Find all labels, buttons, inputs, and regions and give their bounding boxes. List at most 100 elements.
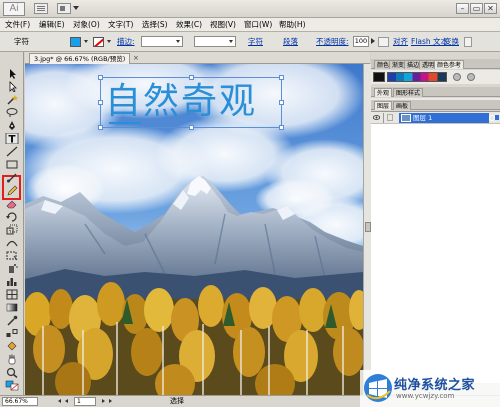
menu-type[interactable]: 文字(T) [108, 20, 133, 30]
zoom-tool[interactable] [5, 367, 19, 378]
menu-edit[interactable]: 编辑(E) [39, 20, 65, 30]
vertical-scrollbar[interactable] [363, 64, 371, 395]
bridge-icon[interactable] [34, 3, 48, 14]
maximize-button[interactable]: ▭ [470, 3, 483, 14]
opacity-input[interactable]: 100 [353, 36, 369, 47]
harmony-color-strip[interactable] [387, 72, 447, 82]
panel-menu-icon[interactable] [464, 37, 472, 47]
layer-row[interactable]: 图层 1 [371, 112, 500, 124]
tab-graphic-styles[interactable]: 图形样式 [393, 88, 424, 97]
zoom-field[interactable]: 66.67% [2, 397, 38, 406]
menu-view[interactable]: 视图(V) [210, 20, 236, 30]
headline-text[interactable]: 自然奇观 [105, 80, 281, 124]
blend-tool[interactable] [5, 328, 19, 339]
site-watermark: 纯净系统之家 www.ycwjzy.com [360, 370, 500, 407]
white-arrow-icon [9, 81, 17, 92]
rectangle-tool[interactable] [5, 159, 19, 170]
stroke-style-field[interactable] [194, 36, 236, 47]
app-logo: Ai [3, 2, 25, 16]
selection-handle[interactable] [98, 125, 103, 130]
paintbrush-tool[interactable] [5, 172, 19, 183]
arrange-documents-icon[interactable] [57, 3, 71, 14]
opacity-arrow-icon[interactable] [371, 38, 375, 44]
column-graph-tool[interactable] [5, 276, 19, 287]
align-link[interactable]: 对齐 [393, 37, 408, 47]
menu-object[interactable]: 对象(O) [73, 20, 100, 30]
pen-tool[interactable] [5, 120, 19, 131]
selection-tool[interactable] [5, 68, 19, 79]
live-paint-tool[interactable] [5, 341, 19, 352]
menu-help[interactable]: 帮助(H) [279, 20, 306, 30]
symbol-sprayer-tool[interactable] [5, 263, 19, 274]
eyedropper-icon [7, 315, 18, 326]
selection-handle[interactable] [98, 100, 103, 105]
chevron-down-icon[interactable] [73, 6, 79, 10]
pencil-tool[interactable] [5, 185, 19, 196]
eraser-tool[interactable] [5, 198, 19, 209]
harmony-rules-icon[interactable] [453, 73, 461, 81]
paragraph-link[interactable]: 段落 [283, 37, 298, 47]
minimize-button[interactable]: – [456, 3, 469, 14]
eyedropper-tool[interactable] [5, 315, 19, 326]
prev-page-icon[interactable] [65, 399, 68, 403]
fill-dropdown-icon[interactable] [84, 40, 88, 43]
mesh-tool[interactable] [5, 289, 19, 300]
warp-tool[interactable] [5, 237, 19, 248]
chevron-down-icon[interactable] [229, 40, 233, 43]
layer-name[interactable]: 图层 1 [399, 113, 489, 123]
document-title: 3.jpg* @ 66.67% (RGB/预览) [34, 55, 126, 63]
lock-toggle-icon[interactable] [387, 114, 393, 121]
lasso-tool[interactable] [5, 107, 19, 118]
stroke-dropdown-icon[interactable] [107, 40, 111, 43]
opacity-label[interactable]: 不透明度: [316, 37, 349, 47]
free-transform-tool[interactable] [5, 250, 19, 261]
document-tab[interactable]: 3.jpg* @ 66.67% (RGB/预览) [29, 53, 131, 64]
direct-selection-tool[interactable] [5, 81, 19, 92]
selection-handle[interactable] [98, 75, 103, 80]
pen-icon [9, 121, 15, 130]
recolor-icon[interactable] [378, 37, 389, 47]
selection-handle[interactable] [279, 125, 284, 130]
blend-icon [6, 329, 18, 337]
type-tool[interactable] [5, 133, 19, 144]
close-document-icon[interactable]: × [133, 54, 139, 62]
stroke-label[interactable]: 描边: [117, 37, 135, 47]
fill-stroke-swatch[interactable] [5, 380, 19, 391]
tab-appearance[interactable]: 外观 [374, 88, 393, 97]
character-link[interactable]: 字符 [248, 37, 263, 47]
visibility-eye-icon[interactable] [373, 114, 380, 121]
layer-selection-indicator [495, 115, 499, 120]
last-page-icon[interactable] [109, 399, 112, 403]
menu-select[interactable]: 选择(S) [142, 20, 168, 30]
magic-wand-tool[interactable] [5, 94, 19, 105]
artboard-canvas[interactable]: 自然奇观 [25, 64, 363, 395]
layers-list: 图层 1 [371, 111, 500, 383]
flash-text-link[interactable]: Flash 文本 [411, 37, 448, 47]
hand-tool[interactable] [5, 354, 19, 365]
chevron-down-icon[interactable] [176, 40, 180, 43]
menu-window[interactable]: 窗口(W) [244, 20, 272, 30]
transform-link[interactable]: 变换 [444, 37, 459, 47]
scale-tool[interactable] [5, 224, 19, 235]
selection-handle[interactable] [189, 125, 194, 130]
base-color-swatch[interactable] [373, 72, 385, 82]
stroke-none-swatch[interactable] [93, 37, 104, 47]
text-object-selection[interactable]: 自然奇观 [98, 75, 284, 130]
menu-effect[interactable]: 效果(C) [176, 20, 202, 30]
tab-layers[interactable]: 图层 [374, 101, 393, 110]
close-button[interactable]: ✕ [484, 3, 497, 14]
tab-color-guide[interactable]: 颜色参考 [434, 60, 465, 69]
tab-artboards[interactable]: 画板 [393, 101, 412, 110]
menu-file[interactable]: 文件(F) [5, 20, 30, 30]
next-page-icon[interactable] [102, 399, 105, 403]
line-segment-tool[interactable] [5, 146, 19, 157]
page-field[interactable]: 1 [74, 397, 96, 406]
edit-colors-icon[interactable] [467, 73, 475, 81]
rotate-tool[interactable] [5, 211, 19, 222]
gradient-tool[interactable] [5, 302, 19, 313]
first-page-icon[interactable] [58, 399, 61, 403]
magic-wand-icon [7, 95, 18, 105]
fill-color-swatch[interactable] [70, 37, 81, 47]
layers-panel-tabs: 图层 画板 [371, 100, 500, 110]
stroke-weight-field[interactable] [141, 36, 183, 47]
